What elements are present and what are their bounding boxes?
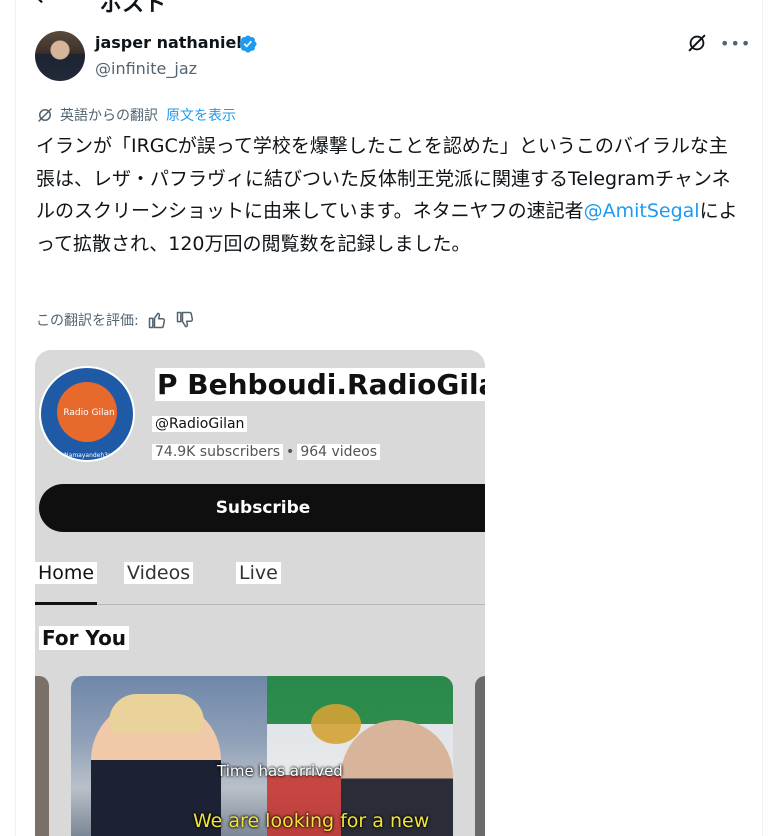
active-tab-indicator (35, 602, 97, 605)
channel-logo: Radio Gilan Namayandeh3m (39, 366, 135, 462)
video-thumbnail-prev (35, 676, 49, 836)
top-bar: ← ポスト (0, 0, 779, 17)
logo-subtext: Namayandeh3m (64, 452, 114, 459)
thumbs-down-icon[interactable] (175, 310, 195, 330)
video-caption-large: We are looking for a new (193, 810, 430, 832)
timeline-border-right (762, 0, 763, 836)
video-thumbnail-next (475, 676, 485, 836)
timeline-border-left (15, 0, 16, 836)
mention-link[interactable]: @AmitSegal (584, 200, 700, 222)
thumbs-up-icon[interactable] (147, 310, 167, 330)
channel-tabs: Home Videos Live (35, 562, 485, 605)
verified-badge-icon (239, 35, 257, 53)
translation-notice: 英語からの翻訳 原文を表示 (36, 105, 236, 125)
logo-text: Radio Gilan (63, 408, 115, 418)
video-count: 964 videos (297, 444, 381, 460)
subscriber-count: 74.9K subscribers (152, 444, 284, 460)
video-caption-small: Time has arrived (217, 762, 343, 780)
channel-name: P Behboudi.RadioGilan (155, 368, 485, 401)
attached-screenshot[interactable]: Radio Gilan Namayandeh3m P Behboudi.Radi… (35, 350, 485, 836)
channel-stats: 74.9K subscribers • 964 videos (152, 444, 381, 460)
video-thumbnail: Time has arrived We are looking for a ne… (71, 676, 453, 836)
stats-separator: • (286, 444, 295, 460)
tweet-text: イランが「IRGCが誤って学校を爆撃したことを認めた」というこのバイラルな主張は… (36, 130, 746, 260)
channel-handle: @RadioGilan (152, 416, 248, 432)
person-left-hair (109, 694, 204, 734)
lion-sun-emblem (311, 704, 361, 744)
section-title: For You (39, 626, 130, 650)
avatar[interactable] (35, 31, 85, 81)
author-handle[interactable]: @infinite_jaz (95, 59, 197, 78)
tab-videos: Videos (124, 562, 194, 584)
subscribe-button: Subscribe (39, 484, 485, 532)
tab-live: Live (236, 562, 281, 584)
translation-label: 英語からの翻訳 (60, 108, 158, 124)
grok-icon[interactable] (686, 32, 708, 54)
rate-translation: この翻訳を評価: (36, 309, 195, 331)
page-title: ポスト (100, 0, 167, 17)
rate-label: この翻訳を評価: (36, 313, 139, 329)
translate-icon (38, 108, 52, 122)
show-original-link[interactable]: 原文を表示 (166, 105, 236, 125)
tab-home: Home (35, 562, 98, 584)
author-name[interactable]: jasper nathaniel (95, 33, 242, 52)
back-button[interactable]: ← (36, 0, 54, 11)
more-icon[interactable]: ••• (720, 34, 751, 53)
